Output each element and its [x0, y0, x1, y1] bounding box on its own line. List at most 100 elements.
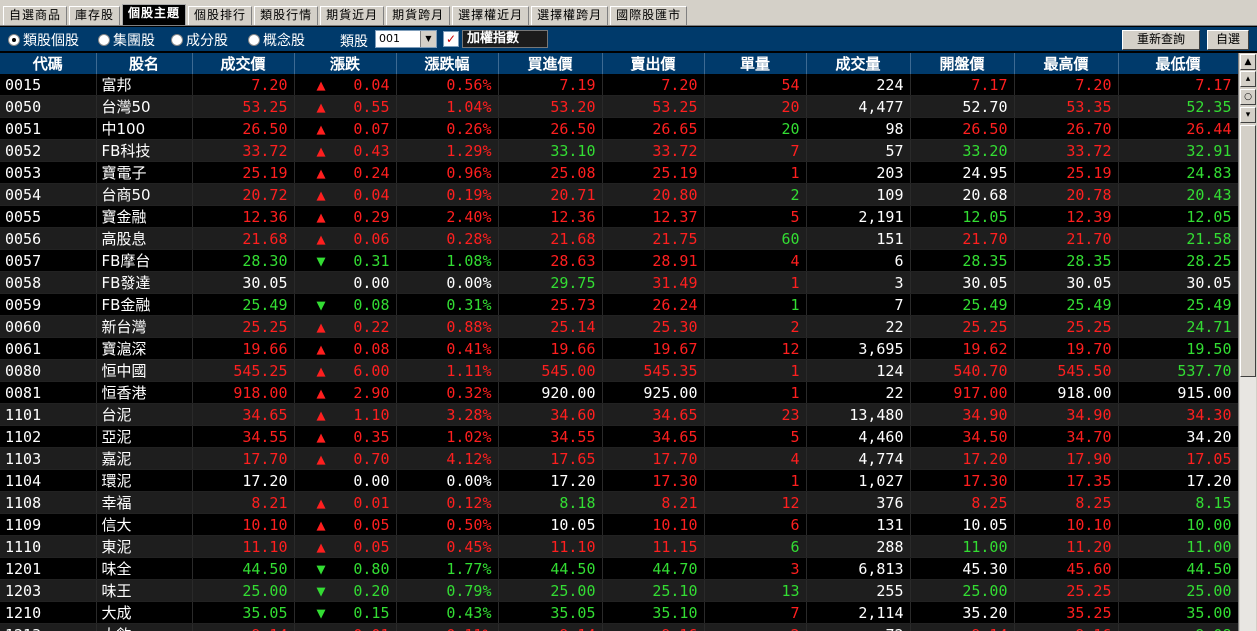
self-select-button[interactable]: 自選	[1207, 30, 1249, 50]
tab-0[interactable]: 自選商品	[3, 6, 68, 25]
cell-ask: 25.30	[602, 315, 705, 338]
cell-bid: 19.66	[498, 337, 603, 360]
tab-1[interactable]: 庫存股	[69, 6, 121, 25]
tab-8[interactable]: 選擇權跨月	[531, 6, 609, 25]
table-row[interactable]: 0053 寶電子 25.19 ▲ 0.24 0.96% 25.08 25.19 1 203 24.9…	[0, 161, 1238, 184]
cell-name: 環泥	[96, 469, 193, 492]
table-row[interactable]: 1101 台泥 34.65 ▲ 1.10 3.28% 34.60 34.65 23 13,480 3…	[0, 403, 1238, 426]
cell-bid: 35.05	[498, 601, 603, 624]
tab-2[interactable]: 個股主題	[122, 4, 187, 25]
change-value: 0.08	[353, 295, 390, 314]
table-row[interactable]: 1213大飲9.14▲0.010.11%9.149.162729.149.169…	[0, 623, 1238, 631]
table-row[interactable]: 0057 FB摩台 28.30 ▼ 0.31 1.08% 28.63 28.91 4 6 28.35…	[0, 249, 1238, 272]
column-header[interactable]: 最高價	[1014, 53, 1119, 74]
table-row[interactable]: 1110 東泥 11.10 ▲ 0.05 0.45% 11.10 11.15 6 288 11.00…	[0, 535, 1238, 558]
radio-category-stocks[interactable]: 類股個股	[8, 31, 79, 49]
table-row[interactable]: 1109 信大 10.10 ▲ 0.05 0.50% 10.05 10.10 6 131 10.05…	[0, 513, 1238, 536]
cell-ask: 925.00	[602, 381, 705, 404]
table-row[interactable]: 0050 台灣50 53.25 ▲ 0.55 1.04% 53.20 53.25 20 4,477…	[0, 95, 1238, 118]
tab-4[interactable]: 類股行情	[254, 6, 319, 25]
cell-low: 25.00	[1118, 579, 1238, 602]
cell-volume: 131	[806, 513, 911, 536]
category-select[interactable]: 001 ▼	[375, 30, 437, 48]
table-row[interactable]: 1203 味王 25.00 ▼ 0.20 0.79% 25.00 25.10 13 255 25.0…	[0, 579, 1238, 602]
radio-component-stocks[interactable]: 成分股	[171, 31, 228, 49]
table-row[interactable]: 0080 恒中國 545.25 ▲ 6.00 1.11% 545.00 545.35 1 124 5…	[0, 359, 1238, 382]
triangle-up-icon: ▲	[316, 186, 326, 204]
scroll-up-icon[interactable]: ▴	[1240, 71, 1256, 87]
scroll-thumb[interactable]	[1240, 125, 1256, 377]
cell-change-pct: 0.11%	[396, 623, 499, 631]
cell-volume: 2,114	[806, 601, 911, 624]
table-row[interactable]: 0015 富邦 7.20 ▲ 0.04 0.56% 7.19 7.20 54 224 7.17 7.2…	[0, 74, 1238, 96]
triangle-up-icon: ▲	[316, 120, 326, 138]
scroll-track[interactable]	[1240, 377, 1256, 631]
tab-3[interactable]: 個股排行	[188, 6, 253, 25]
table-row[interactable]: 0054 台商50 20.72 ▲ 0.04 0.19% 20.71 20.80 2 109 20.…	[0, 183, 1238, 206]
scroll-down-icon[interactable]: ▾	[1240, 107, 1256, 123]
cell-high: 545.50	[1014, 359, 1119, 382]
vertical-scrollbar[interactable]: ▲ ▴ ○ ▾	[1238, 53, 1257, 631]
cell-bid: 20.71	[498, 183, 603, 206]
column-header[interactable]: 成交量	[806, 53, 911, 74]
table-row[interactable]: 1103 嘉泥 17.70 ▲ 0.70 4.12% 17.65 17.70 4 4,774 17.…	[0, 447, 1238, 470]
table-row[interactable]: 0059 FB金融 25.49 ▼ 0.08 0.31% 25.73 26.24 1 7 25.49…	[0, 293, 1238, 316]
cell-open: 33.20	[910, 139, 1015, 162]
refresh-button[interactable]: 重新查詢	[1122, 30, 1200, 50]
table-row[interactable]: 0051 中100 26.50 ▲ 0.07 0.26% 26.50 26.65 20 98 26.…	[0, 117, 1238, 140]
scroll-top-icon[interactable]: ▲	[1240, 54, 1256, 70]
cell-open: 28.35	[910, 249, 1015, 272]
table-row[interactable]: 0060 新台灣 25.25 ▲ 0.22 0.88% 25.14 25.30 2 22 25.25…	[0, 315, 1238, 338]
cell-unit-qty: 5	[704, 425, 807, 448]
cell-name: 味全	[96, 557, 193, 580]
cell-low: 17.05	[1118, 447, 1238, 470]
column-header[interactable]: 股名	[96, 53, 193, 74]
column-header[interactable]: 漲跌幅	[396, 53, 499, 74]
column-header[interactable]: 單量	[704, 53, 807, 74]
radio-concept-stocks[interactable]: 概念股	[248, 31, 305, 49]
column-header[interactable]: 開盤價	[910, 53, 1015, 74]
tab-9[interactable]: 國際股匯市	[610, 6, 688, 25]
tab-6[interactable]: 期貨跨月	[386, 6, 451, 25]
chevron-down-icon[interactable]: ▼	[420, 31, 436, 47]
table-row[interactable]: 1104 環泥 17.20 0.00 0.00% 17.20 17.30 1 1,027 17.3…	[0, 469, 1238, 492]
column-header[interactable]: 賣出價	[602, 53, 705, 74]
cell-unit-qty: 2	[704, 183, 807, 206]
table-row[interactable]: 1210 大成 35.05 ▼ 0.15 0.43% 35.05 35.10 7 2,114 35.…	[0, 601, 1238, 624]
scroll-center-icon[interactable]: ○	[1240, 89, 1256, 105]
cell-ask: 545.35	[602, 359, 705, 382]
cell-unit-qty: 3	[704, 557, 807, 580]
column-header[interactable]: 代碼	[0, 53, 97, 74]
cell-change: ▲ 0.08	[294, 337, 397, 360]
column-header[interactable]: 買進價	[498, 53, 603, 74]
table-row[interactable]: 0081 恒香港 918.00 ▲ 2.90 0.32% 920.00 925.00 1 22 91…	[0, 381, 1238, 404]
tab-5[interactable]: 期貨近月	[320, 6, 385, 25]
cell-change-pct: 3.28%	[396, 403, 499, 426]
tab-7[interactable]: 選擇權近月	[452, 6, 530, 25]
cell-bid: 25.73	[498, 293, 603, 316]
table-row[interactable]: 0058 FB發達 30.05 0.00 0.00% 29.75 31.49 1 3 30.05 3…	[0, 271, 1238, 294]
cell-open: 26.50	[910, 117, 1015, 140]
weighted-index-checkbox[interactable]: ✓	[443, 31, 459, 47]
table-row[interactable]: 0055 寶金融 12.36 ▲ 0.29 2.40% 12.36 12.37 5 2,191 12…	[0, 205, 1238, 228]
cell-unit-qty: 6	[704, 513, 807, 536]
table-row[interactable]: 1201 味全 44.50 ▼ 0.80 1.77% 44.50 44.70 3 6,813 45.…	[0, 557, 1238, 580]
column-header[interactable]: 漲跌	[294, 53, 397, 74]
column-header[interactable]: 最低價	[1118, 53, 1238, 74]
cell-name: 寶電子	[96, 161, 193, 184]
column-header[interactable]: 成交價	[192, 53, 295, 74]
table-row[interactable]: 1102 亞泥 34.55 ▲ 0.35 1.02% 34.55 34.65 5 4,460 34.…	[0, 425, 1238, 448]
cell-open: 917.00	[910, 381, 1015, 404]
radio-group-stocks[interactable]: 集團股	[98, 31, 155, 49]
cell-code: 0054	[0, 183, 97, 206]
table-row[interactable]: 0056 高股息 21.68 ▲ 0.06 0.28% 21.68 21.75 60 151 21.…	[0, 227, 1238, 250]
cell-change-pct: 1.11%	[396, 359, 499, 382]
table-row[interactable]: 0061 寶滬深 19.66 ▲ 0.08 0.41% 19.66 19.67 12 3,695 1…	[0, 337, 1238, 360]
table-row[interactable]: 1108 幸福 8.21 ▲ 0.01 0.12% 8.18 8.21 12 376 8.25 8.2…	[0, 491, 1238, 514]
table-header-row: 代碼 股名 成交價 漲跌 漲跌幅 買進價 賣出價 單量 成交量 開盤價 最高價 最低價	[0, 53, 1238, 74]
cell-high: 34.90	[1014, 403, 1119, 426]
triangle-up-icon: ▲	[316, 164, 326, 182]
cell-name: 大飲	[96, 623, 193, 631]
table-row[interactable]: 0052 FB科技 33.72 ▲ 0.43 1.29% 33.10 33.72 7 57 33.2…	[0, 139, 1238, 162]
cell-unit-qty: 6	[704, 535, 807, 558]
